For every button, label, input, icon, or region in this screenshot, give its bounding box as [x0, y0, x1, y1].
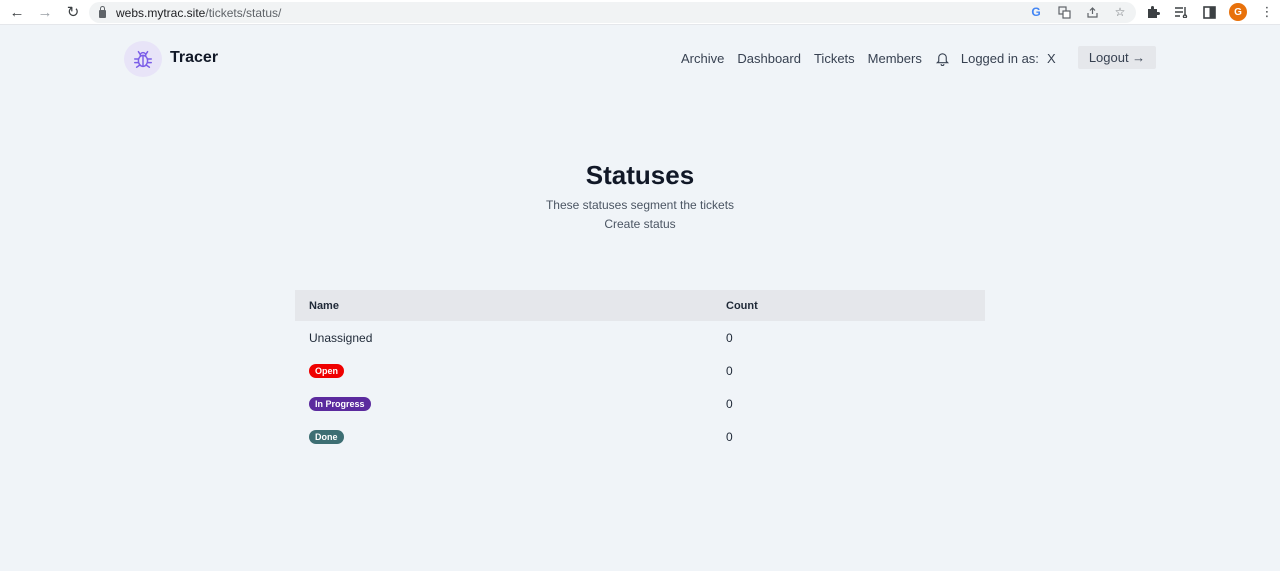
status-badge-done[interactable]: Done — [309, 430, 344, 444]
logout-button[interactable]: Logout → — [1078, 46, 1156, 69]
status-badge-open[interactable]: Open — [309, 364, 345, 378]
reading-list-icon[interactable] — [1173, 3, 1189, 21]
column-header-name: Name — [309, 299, 339, 312]
back-icon[interactable]: ← — [6, 1, 28, 23]
extensions-puzzle-icon[interactable] — [1145, 3, 1161, 21]
table-row: Done 0 — [295, 420, 985, 453]
browser-toolbar: ← → ↻ webs.mytrac.site/tickets/status/ G… — [0, 0, 1280, 25]
table-header: Name Count — [295, 290, 985, 321]
address-bar[interactable]: webs.mytrac.site/tickets/status/ G ☆ — [89, 2, 1136, 23]
top-navigation: Archive Dashboard Tickets Members Logged… — [681, 50, 1056, 66]
status-badge-in-progress[interactable]: In Progress — [309, 397, 371, 411]
logo-bug-icon[interactable] — [124, 41, 162, 77]
brand-name[interactable]: Tracer — [170, 49, 218, 67]
table-row: Open 0 — [295, 354, 985, 387]
status-count: 0 — [726, 363, 733, 378]
column-header-count: Count — [726, 299, 758, 312]
page-subtitle: These statuses segment the tickets — [545, 198, 735, 212]
side-panel-icon[interactable] — [1201, 3, 1217, 21]
url-host: webs.mytrac.site — [116, 5, 206, 20]
url-path: /tickets/status/ — [205, 5, 282, 20]
google-icon[interactable]: G — [1028, 4, 1044, 20]
translate-icon[interactable] — [1056, 4, 1072, 20]
status-count: 0 — [726, 330, 733, 345]
nav-archive[interactable]: Archive — [681, 51, 724, 66]
table-row: Unassigned 0 — [295, 321, 985, 354]
share-icon[interactable] — [1084, 4, 1100, 20]
status-count: 0 — [726, 396, 733, 411]
reload-icon[interactable]: ↻ — [62, 1, 84, 23]
status-name-unassigned: Unassigned — [309, 330, 373, 345]
url-text: webs.mytrac.site/tickets/status/ — [116, 6, 281, 20]
lock-icon — [99, 6, 106, 18]
create-status-link[interactable]: Create status — [604, 217, 675, 231]
table-row: In Progress 0 — [295, 387, 985, 420]
status-table: Name Count Unassigned 0 Open 0 In Progre… — [295, 290, 985, 453]
more-menu-icon[interactable]: ⋮ — [1259, 3, 1275, 21]
profile-avatar[interactable]: G — [1229, 3, 1247, 21]
status-count: 0 — [726, 429, 733, 444]
notification-bell-icon[interactable] — [935, 50, 951, 66]
bookmark-star-icon[interactable]: ☆ — [1112, 4, 1128, 20]
nav-dashboard[interactable]: Dashboard — [737, 51, 801, 66]
logged-in-user: X — [1046, 50, 1056, 66]
forward-icon[interactable]: → — [34, 1, 56, 23]
page-title: Statuses — [585, 160, 695, 190]
create-status-wrapper: Create status — [0, 217, 1280, 231]
nav-members[interactable]: Members — [868, 51, 922, 66]
nav-tickets[interactable]: Tickets — [814, 51, 855, 66]
logged-in-label: Logged in as: — [960, 50, 1039, 66]
